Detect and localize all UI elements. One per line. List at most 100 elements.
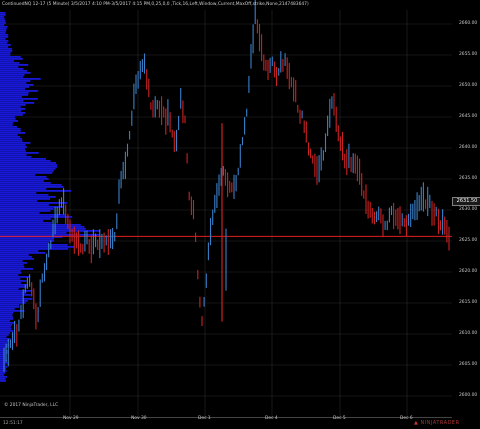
volume-profile-bar xyxy=(0,208,54,210)
price-tick-label: 2600.00 xyxy=(459,393,478,398)
volume-profile-bar xyxy=(0,32,6,34)
price-tick-label: 2645.00 xyxy=(459,114,478,119)
price-tick-label: 2605.00 xyxy=(459,362,478,367)
volume-profile-bar xyxy=(0,28,7,30)
volume-profile-bar xyxy=(0,94,29,96)
volume-profile-bar xyxy=(0,64,29,66)
volume-profile-bar xyxy=(0,124,13,126)
volume-profile-bar xyxy=(0,324,13,326)
volume-profile-bar xyxy=(0,184,62,186)
volume-profile-bar xyxy=(0,66,19,68)
volume-profile-bar xyxy=(0,102,35,104)
volume-profile-bar xyxy=(0,150,26,152)
time-tick-label: Dec 1 xyxy=(198,416,211,421)
volume-profile-bar xyxy=(0,314,13,316)
volume-profile-bar xyxy=(0,136,21,138)
volume-profile-bar xyxy=(0,228,86,230)
volume-profile-bar xyxy=(0,238,55,240)
volume-profile-bar xyxy=(0,168,56,170)
volume-profile-bar xyxy=(0,186,64,188)
volume-profile-bar xyxy=(0,226,85,228)
volume-profile-bar xyxy=(0,224,81,226)
volume-profile-bar xyxy=(0,116,16,118)
volume-profile-bar xyxy=(0,376,8,378)
volume-profile-bar xyxy=(0,86,29,88)
price-tick-label: 2625.00 xyxy=(459,238,478,243)
volume-profile-bar xyxy=(0,34,9,36)
price-chart-plot[interactable] xyxy=(0,0,480,429)
volume-profile-bar xyxy=(0,38,6,40)
volume-profile-bar xyxy=(0,260,23,262)
volume-profile-bar xyxy=(0,288,19,290)
volume-profile-bar xyxy=(0,92,29,94)
time-tick-label: Nov 29 xyxy=(63,416,79,421)
volume-profile-bar xyxy=(0,252,46,254)
volume-profile-bar xyxy=(0,246,75,248)
volume-profile-bar xyxy=(0,96,22,98)
volume-profile-bar xyxy=(0,36,9,38)
volume-profile-bar xyxy=(0,44,11,46)
volume-profile-bar xyxy=(0,54,11,56)
volume-profile-bar xyxy=(0,304,19,306)
price-tick-label: 2640.00 xyxy=(459,145,478,150)
volume-profile-bar xyxy=(0,40,9,42)
volume-profile-bar xyxy=(0,144,26,146)
volume-profile-bar xyxy=(0,74,25,76)
price-tick-label: 2630.00 xyxy=(459,207,478,212)
volume-profile-bar xyxy=(0,270,21,272)
volume-profile-bar xyxy=(0,104,26,106)
volume-profile-bar xyxy=(0,218,51,220)
price-tick-label: 2610.00 xyxy=(459,331,478,336)
volume-profile-bar xyxy=(0,254,29,256)
volume-profile-bar xyxy=(0,164,58,166)
status-time: 12:51:17 xyxy=(3,421,23,426)
volume-profile-bar xyxy=(0,298,33,300)
volume-profile-bar xyxy=(0,190,72,192)
time-tick-label: Dec 4 xyxy=(265,416,278,421)
volume-profile-bar xyxy=(0,118,16,120)
volume-profile-bar xyxy=(0,106,21,108)
volume-profile-bar xyxy=(0,264,24,266)
chart-title: ContinuedNQ 12-17 (5 Minute) 3/5/2017 4:… xyxy=(2,2,309,7)
volume-profile-bar xyxy=(0,222,52,224)
volume-profile-bar xyxy=(0,198,50,200)
volume-profile-bar xyxy=(0,42,8,44)
price-tick-label: 2635.00 xyxy=(459,176,478,181)
volume-profile-bar xyxy=(0,250,39,252)
volume-profile-bar xyxy=(0,188,47,190)
volume-profile-bar xyxy=(0,348,7,350)
volume-profile-bar xyxy=(0,78,41,80)
volume-profile-bar xyxy=(0,82,27,84)
volume-profile-bar xyxy=(0,98,38,100)
volume-profile-bar xyxy=(0,152,39,154)
volume-profile-bar xyxy=(0,176,47,178)
volume-profile-bar xyxy=(0,302,26,304)
volume-profile-bar xyxy=(0,56,21,58)
volume-profile-bar xyxy=(0,140,23,142)
volume-profile-bar xyxy=(0,294,31,296)
volume-profile-bar xyxy=(0,340,9,342)
volume-profile-bar xyxy=(0,146,27,148)
volume-profile-bar xyxy=(0,30,7,32)
volume-profile-bar xyxy=(0,356,6,358)
volume-profile-bar xyxy=(0,290,33,292)
last-price-marker: 2631.50 xyxy=(452,196,480,206)
volume-profile-bar xyxy=(0,306,20,308)
volume-profile-bar xyxy=(0,18,5,20)
volume-profile-bar xyxy=(0,108,26,110)
volume-profile-bar xyxy=(0,68,24,70)
volume-profile-bar xyxy=(0,132,26,134)
volume-profile-bar xyxy=(0,368,6,370)
volume-profile-bar xyxy=(0,180,44,182)
volume-profile-bar xyxy=(0,126,18,128)
volume-profile-bar xyxy=(0,372,6,374)
volume-profile-bar xyxy=(0,336,7,338)
price-tick-label: 2660.00 xyxy=(459,21,478,26)
volume-profile-bar xyxy=(0,22,6,24)
price-tick-label: 2620.00 xyxy=(459,269,478,274)
volume-profile-bar xyxy=(0,244,68,246)
volume-profile-bar xyxy=(0,328,12,330)
volume-profile-bar xyxy=(0,322,15,324)
time-tick-label: Dec 6 xyxy=(400,416,413,421)
volume-profile-bar xyxy=(0,154,27,156)
